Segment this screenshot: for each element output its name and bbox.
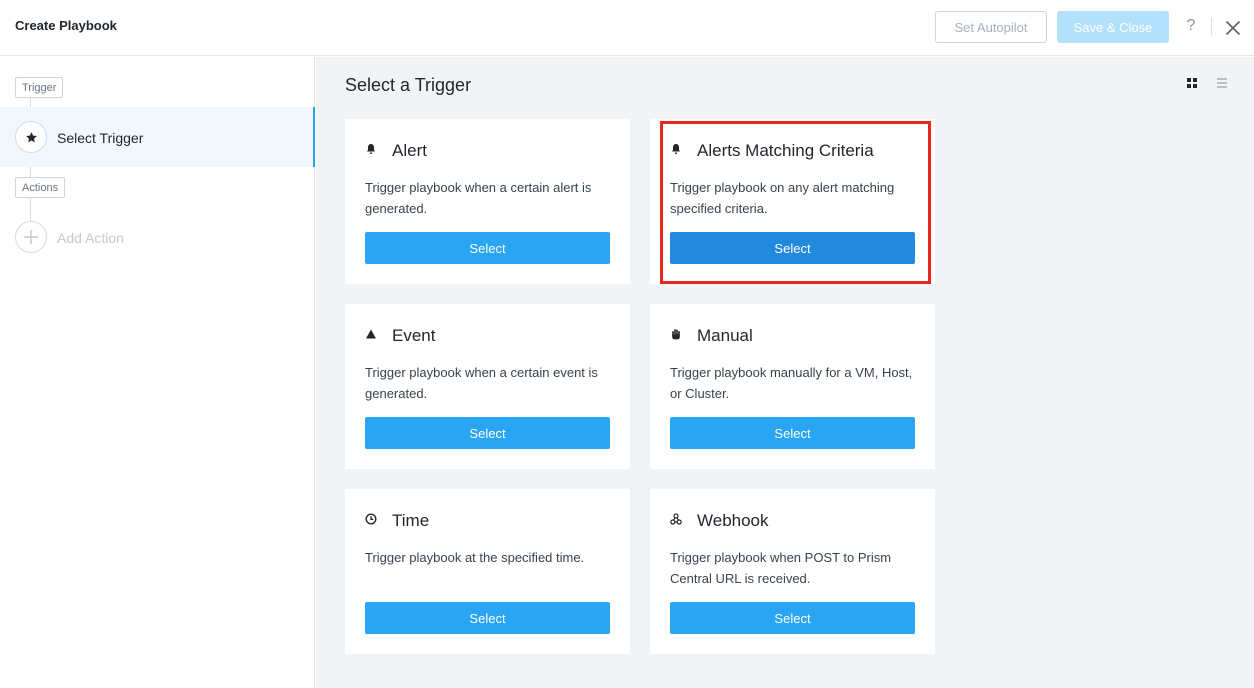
set-autopilot-button[interactable]: Set Autopilot [935, 11, 1047, 43]
trigger-card-manual: Manual Trigger playbook manually for a V… [650, 304, 935, 469]
card-description: Trigger playbook when POST to Prism Cent… [670, 550, 892, 586]
card-title: Time [392, 511, 430, 530]
card-title: Event [392, 326, 436, 345]
card-title: Manual [697, 326, 753, 345]
page-title: Create Playbook [15, 18, 117, 33]
card-title: Webhook [697, 511, 769, 530]
clock-icon [365, 513, 377, 525]
sidebar-item-select-trigger[interactable]: Select Trigger [0, 107, 315, 167]
card-description: Trigger playbook on any alert matching s… [670, 180, 895, 216]
trigger-card-alert: Alert Trigger playbook when a certain al… [345, 119, 630, 284]
triangle-icon [366, 329, 376, 339]
bell-icon [367, 144, 375, 154]
close-icon[interactable] [1224, 19, 1242, 37]
help-icon[interactable]: ? [1183, 17, 1199, 35]
list-view-icon[interactable] [1216, 77, 1228, 89]
card-description: Trigger playbook when a certain alert is… [365, 180, 592, 216]
star-icon [25, 131, 37, 142]
select-event-button[interactable]: Select [365, 417, 610, 449]
select-alerts-matching-criteria-button[interactable]: Select [670, 232, 915, 264]
select-time-button[interactable]: Select [365, 602, 610, 634]
select-trigger-label: Select Trigger [57, 130, 144, 146]
select-webhook-button[interactable]: Select [670, 602, 915, 634]
trigger-card-time: Time Trigger playbook at the specified t… [345, 489, 630, 654]
grid-view-icon[interactable] [1186, 77, 1198, 89]
timeline-line [30, 197, 31, 223]
trigger-card-webhook: Webhook Trigger playbook when POST to Pr… [650, 489, 935, 654]
card-description: Trigger playbook manually for a VM, Host… [670, 365, 913, 401]
header-divider [1211, 18, 1212, 36]
webhook-icon [670, 513, 682, 525]
header: Create Playbook Set Autopilot Save & Clo… [0, 0, 1254, 56]
plus-icon [24, 230, 38, 244]
card-description: Trigger playbook when a certain event is… [365, 365, 598, 401]
step-circle [15, 121, 47, 153]
card-title: Alerts Matching Criteria [697, 141, 874, 160]
actions-tag: Actions [15, 177, 66, 198]
bell-icon [672, 144, 680, 154]
select-manual-button[interactable]: Select [670, 417, 915, 449]
hand-icon [672, 329, 680, 340]
add-action-button[interactable] [15, 221, 47, 253]
card-description: Trigger playbook at the specified time. [365, 550, 585, 565]
trigger-tag: Trigger [15, 77, 64, 98]
sidebar: Trigger Select Trigger Actions Add Actio… [0, 57, 315, 688]
section-title: Select a Trigger [345, 75, 472, 95]
save-close-button[interactable]: Save & Close [1057, 11, 1169, 43]
add-action-label[interactable]: Add Action [57, 230, 124, 246]
trigger-card-event: Event Trigger playbook when a certain ev… [345, 304, 630, 469]
trigger-card-alerts-matching-criteria: Alerts Matching Criteria Trigger playboo… [650, 119, 935, 284]
card-title: Alert [392, 141, 427, 160]
main-content: Select a Trigger Alert Trigger playbook … [316, 57, 1254, 688]
select-alert-button[interactable]: Select [365, 232, 610, 264]
